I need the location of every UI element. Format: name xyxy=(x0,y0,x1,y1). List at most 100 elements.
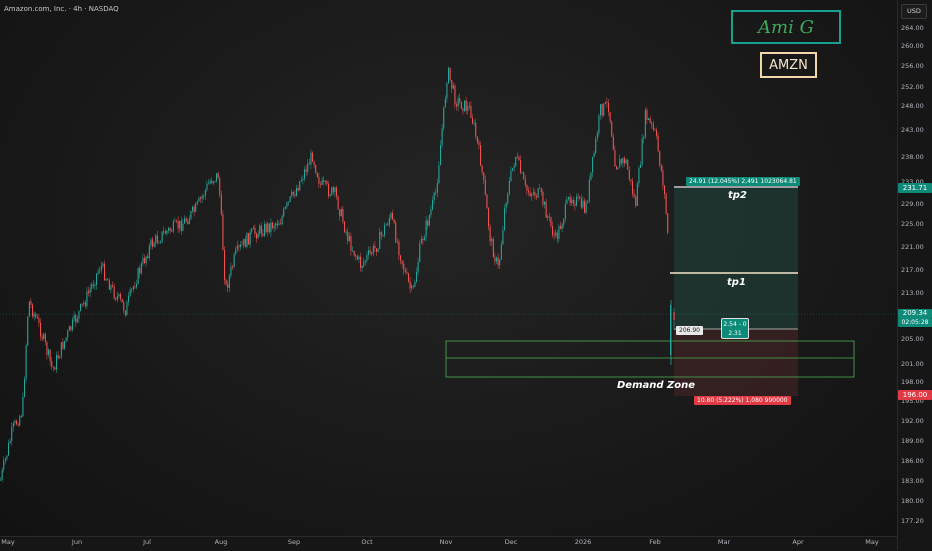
candle-body xyxy=(324,181,326,183)
symbol-title[interactable]: Amazon.com, Inc. · 4h · NASDAQ xyxy=(4,5,119,13)
candle-body xyxy=(641,138,643,166)
candle-body xyxy=(49,349,51,362)
candle-body xyxy=(398,241,400,256)
candle-body xyxy=(630,179,632,181)
candle-body xyxy=(144,257,146,264)
candle-body xyxy=(264,223,266,236)
candle-body xyxy=(353,250,355,256)
candle-body xyxy=(284,206,286,209)
candle-body xyxy=(168,227,170,231)
candle-body xyxy=(164,231,166,234)
candle-body xyxy=(420,238,422,244)
candle-body xyxy=(491,238,493,242)
candle-body xyxy=(443,106,445,129)
candle-body xyxy=(662,170,664,186)
candle-body xyxy=(196,201,198,204)
candle-body xyxy=(216,173,218,181)
candle-body xyxy=(27,316,29,346)
candle-body xyxy=(275,223,277,227)
candle-body xyxy=(534,192,536,196)
candle-body xyxy=(460,101,462,109)
candle-body xyxy=(54,367,56,370)
candle-body xyxy=(302,178,304,180)
candle-body xyxy=(11,427,13,441)
candle-body xyxy=(201,196,203,199)
candle-body xyxy=(656,129,658,136)
candle-body xyxy=(224,250,226,281)
candle-body xyxy=(304,169,306,179)
candle-body xyxy=(577,196,579,198)
date-label: Aug xyxy=(214,538,228,546)
candle-body xyxy=(587,201,589,203)
candle-body xyxy=(110,285,112,290)
candle-body xyxy=(652,124,654,130)
candle-body xyxy=(614,149,616,167)
candle-body xyxy=(329,195,331,196)
currency-button[interactable]: USD xyxy=(901,4,927,19)
candle-body xyxy=(32,304,34,317)
candle-body xyxy=(358,256,360,260)
candle-body xyxy=(72,319,74,330)
candle-body xyxy=(180,220,182,232)
candle-body xyxy=(33,313,35,317)
chart-area[interactable] xyxy=(0,0,897,536)
candle-body xyxy=(428,215,430,226)
candle-body xyxy=(497,257,499,266)
candle-body xyxy=(8,442,10,456)
candle-body xyxy=(363,261,365,266)
candle-body xyxy=(611,121,613,137)
candle-body xyxy=(281,216,283,225)
price-tick: 243.00 xyxy=(901,126,924,134)
candle-body xyxy=(489,226,491,242)
candle-body xyxy=(409,281,411,289)
candle-body xyxy=(177,221,179,229)
candle-body xyxy=(84,302,86,307)
candle-body xyxy=(368,250,370,255)
target-zone xyxy=(674,187,798,329)
candle-body xyxy=(67,330,69,338)
candle-body xyxy=(100,265,102,271)
candle-body xyxy=(198,197,200,202)
candle-body xyxy=(91,284,93,289)
candle-body xyxy=(462,108,464,112)
candle-body xyxy=(584,200,586,213)
candle-body xyxy=(260,225,262,234)
candle-body xyxy=(550,217,552,226)
candle-body xyxy=(195,203,197,212)
candle-body xyxy=(552,225,554,235)
candle-body xyxy=(454,85,456,105)
candle-body xyxy=(598,115,600,134)
candle-body xyxy=(406,272,408,274)
candle-body xyxy=(425,220,427,237)
candle-body xyxy=(515,156,517,166)
candle-body xyxy=(548,216,550,218)
candle-body xyxy=(644,109,646,138)
candle-body xyxy=(9,440,11,443)
candle-body xyxy=(633,194,635,197)
candle-body xyxy=(188,218,190,225)
candle-body xyxy=(625,159,627,164)
candle-body xyxy=(529,192,531,197)
candle-body xyxy=(265,223,267,232)
candle-body xyxy=(470,105,472,118)
candle-body xyxy=(507,193,509,204)
candle-body xyxy=(320,183,322,185)
candle-body xyxy=(536,195,538,198)
candle-body xyxy=(436,183,438,193)
date-label: Nov xyxy=(439,538,453,546)
candle-body xyxy=(518,156,520,161)
candle-body xyxy=(249,231,251,245)
candle-body xyxy=(379,231,381,249)
candle-body xyxy=(592,156,594,173)
candle-body xyxy=(0,479,2,481)
candle-body xyxy=(475,123,477,137)
candle-body xyxy=(604,102,606,104)
candle-body xyxy=(622,158,624,164)
brand-watermark: Ami G xyxy=(731,10,841,44)
candle-body xyxy=(350,236,352,252)
candle-body xyxy=(219,178,221,195)
position-tag[interactable]: 2.54 - 0 2.31 xyxy=(721,318,749,339)
candle-body xyxy=(128,295,130,302)
candle-body xyxy=(396,241,398,243)
candle-body xyxy=(292,191,294,195)
